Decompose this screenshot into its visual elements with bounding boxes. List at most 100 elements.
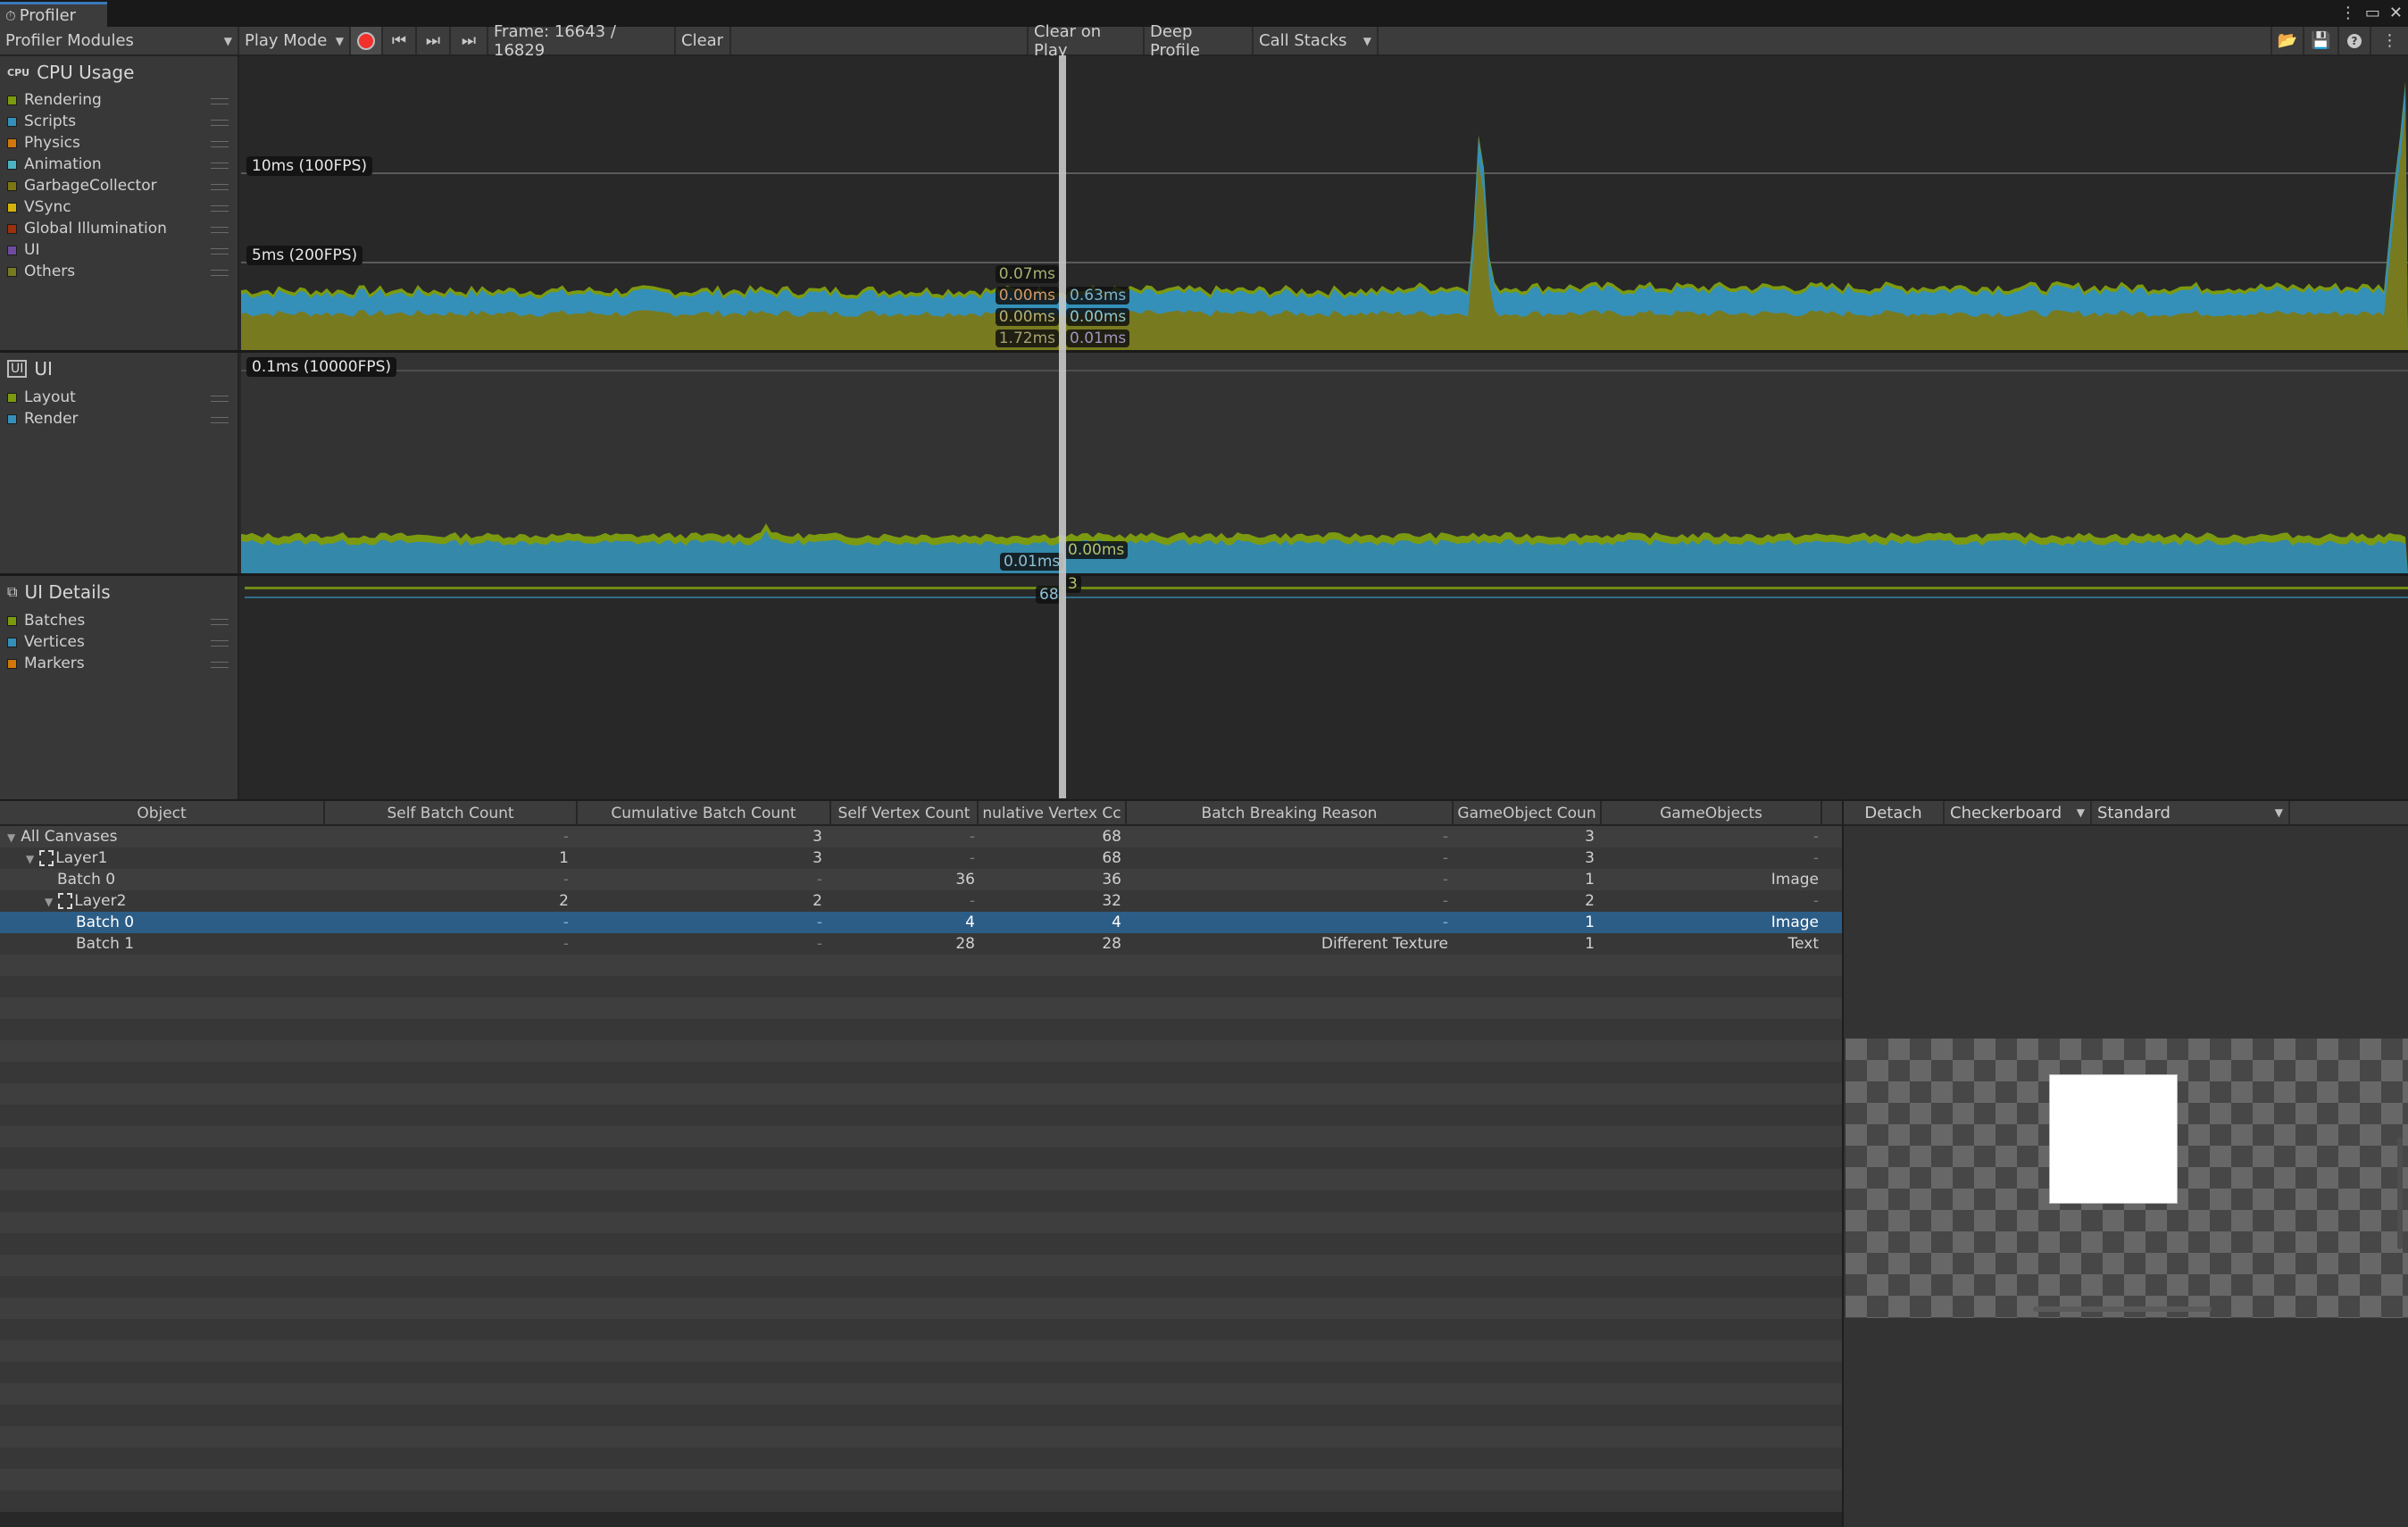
column-header-cumulative-batch-count[interactable]: Cumulative Batch Count bbox=[578, 801, 831, 826]
batch-preview-viewport[interactable] bbox=[1846, 1039, 2408, 1318]
column-header-gameobjects[interactable]: GameObjects bbox=[1602, 801, 1822, 826]
clear-on-play-toggle[interactable]: Clear on Play bbox=[1027, 22, 1145, 60]
ui-details-module-label: UI Details bbox=[24, 581, 111, 603]
close-icon[interactable]: ✕ bbox=[2389, 4, 2403, 22]
legend-item-garbagecollector[interactable]: GarbageCollector bbox=[7, 177, 232, 195]
clear-button[interactable]: Clear bbox=[676, 27, 731, 54]
cell-object: ▼ Layer2 bbox=[45, 890, 126, 912]
drag-handle-icon[interactable] bbox=[211, 619, 229, 625]
load-button[interactable]: 📂 bbox=[2271, 27, 2304, 54]
options-button[interactable]: ⋮ bbox=[2371, 27, 2408, 54]
play-mode-dropdown[interactable]: Play Mode ▼ bbox=[239, 27, 351, 54]
drag-handle-icon[interactable] bbox=[211, 640, 229, 647]
table-row-empty bbox=[0, 1362, 1842, 1383]
legend-item-physics[interactable]: Physics bbox=[7, 134, 232, 152]
table-row[interactable]: Batch 0 - - 4 4 - 1 Image bbox=[0, 912, 1842, 933]
drag-handle-icon[interactable] bbox=[211, 141, 229, 147]
cell-self-vertex: 28 bbox=[955, 935, 975, 953]
legend-item-scripts[interactable]: Scripts bbox=[7, 113, 232, 130]
legend-item-ui[interactable]: UI bbox=[7, 241, 232, 259]
ui-canvas-table-body[interactable]: ▼ All Canvases -3-68-3- ▼ Layer1 1 3-68-3- Batc… bbox=[0, 826, 1842, 1527]
legend-item-render[interactable]: Render bbox=[7, 410, 232, 428]
expand-toggle-icon[interactable]: ▼ bbox=[45, 891, 53, 913]
ui-module-panel[interactable]: UI UI Layout Render bbox=[0, 353, 239, 574]
canvas-icon bbox=[39, 850, 54, 866]
column-header-self-batch-count[interactable]: Self Batch Count bbox=[325, 801, 578, 826]
maximize-icon[interactable]: ▭ bbox=[2365, 4, 2380, 22]
legend-swatch bbox=[7, 392, 17, 403]
drag-handle-icon[interactable] bbox=[211, 205, 229, 212]
legend-swatch bbox=[7, 202, 17, 213]
cell-self-vertex: 4 bbox=[965, 914, 975, 931]
table-row[interactable]: ▼ All Canvases - 3 - 68 - 3 - bbox=[0, 826, 1842, 847]
drag-handle-icon[interactable] bbox=[211, 98, 229, 104]
column-header-cumulative-vertex-count[interactable]: nulative Vertex Cc bbox=[979, 801, 1127, 826]
ui-module-title: UI UI bbox=[7, 358, 53, 380]
cpu-cursor-value: 0.01ms bbox=[1066, 330, 1130, 347]
profiler-modules-dropdown[interactable]: Profiler Modules ▼ bbox=[0, 27, 239, 54]
previous-frame-button[interactable]: ⏮ bbox=[383, 27, 417, 54]
cpu-usage-chart[interactable]: 10ms (100FPS) 5ms (200FPS) 0.07ms 0.00ms 0… bbox=[241, 56, 2408, 351]
legend-item-others[interactable]: Others bbox=[7, 263, 232, 280]
legend-item-layout[interactable]: Layout bbox=[7, 388, 232, 406]
column-header-self-vertex-count[interactable]: Self Vertex Count bbox=[831, 801, 979, 826]
chevron-down-icon: ▼ bbox=[1362, 34, 1371, 47]
column-header-gameobject-count[interactable]: GameObject Coun bbox=[1454, 801, 1602, 826]
cell-gameobjects: Image bbox=[1771, 914, 1819, 931]
table-row[interactable]: Batch 1 - - 28 28 Different Texture 1 Text bbox=[0, 933, 1842, 955]
detach-button[interactable]: Detach bbox=[1844, 801, 1945, 824]
help-button[interactable]: ? bbox=[2339, 27, 2371, 54]
table-row[interactable]: ▼ Layer1 1 3 - 68 - 3 - bbox=[0, 847, 1842, 869]
drag-handle-icon[interactable] bbox=[211, 270, 229, 276]
ui-details-module-panel[interactable]: ⧉ UI Details Batches Vertices Markers bbox=[0, 576, 239, 799]
current-frame-button[interactable]: ⏭ bbox=[451, 27, 488, 54]
legend-label: Rendering bbox=[24, 91, 102, 109]
ui-details-module-title: ⧉ UI Details bbox=[7, 581, 111, 603]
drag-handle-icon[interactable] bbox=[211, 227, 229, 233]
ui-chart[interactable]: 0.1ms (10000FPS) 0.01ms 0.00ms bbox=[241, 353, 2408, 574]
profiler-tab[interactable]: ⏱ Profiler bbox=[0, 2, 107, 27]
cell-go-count: 3 bbox=[1585, 849, 1595, 867]
kebab-menu-icon[interactable]: ⋮ bbox=[2340, 4, 2356, 22]
legend-item-vertices[interactable]: Vertices bbox=[7, 633, 232, 651]
expand-toggle-icon[interactable]: ▼ bbox=[26, 848, 34, 870]
expand-toggle-icon[interactable]: ▼ bbox=[7, 827, 15, 848]
object-name: Layer2 bbox=[74, 892, 127, 910]
column-header-batch-breaking-reason[interactable]: Batch Breaking Reason bbox=[1127, 801, 1454, 826]
cpu-icon: CPU bbox=[7, 66, 30, 79]
column-header-object[interactable]: Object bbox=[0, 801, 325, 826]
ui-details-chart[interactable]: 68 3 bbox=[241, 576, 2408, 799]
cpu-module-panel[interactable]: CPU CPU Usage Rendering Scripts Physics Ani… bbox=[0, 56, 239, 351]
cell-cum-batch: 3 bbox=[812, 849, 822, 867]
save-button[interactable]: 💾 bbox=[2304, 27, 2339, 54]
drag-handle-icon[interactable] bbox=[211, 417, 229, 423]
legend-item-rendering[interactable]: Rendering bbox=[7, 91, 232, 109]
legend-item-animation[interactable]: Animation bbox=[7, 155, 232, 173]
save-icon: 💾 bbox=[2311, 31, 2331, 50]
frame-cursor-handle[interactable] bbox=[1059, 55, 1066, 798]
drag-handle-icon[interactable] bbox=[211, 120, 229, 126]
call-stacks-dropdown[interactable]: Call Stacks ▼ bbox=[1254, 27, 1379, 54]
deep-profile-toggle[interactable]: Deep Profile bbox=[1145, 22, 1254, 60]
next-frame-button[interactable]: ⏭ bbox=[417, 27, 451, 54]
table-row[interactable]: Batch 0 - - 36 36 - 1 Image bbox=[0, 869, 1842, 890]
legend-item-vsync[interactable]: VSync bbox=[7, 198, 232, 216]
object-name: Layer1 bbox=[55, 849, 108, 867]
legend-item-batches[interactable]: Batches bbox=[7, 612, 232, 630]
background-dropdown[interactable]: Checkerboard ▼ bbox=[1945, 801, 2092, 824]
scripts-series bbox=[241, 85, 2408, 351]
drag-handle-icon[interactable] bbox=[211, 396, 229, 402]
legend-item-markers[interactable]: Markers bbox=[7, 655, 232, 672]
drag-handle-icon[interactable] bbox=[211, 662, 229, 668]
record-button[interactable] bbox=[351, 27, 383, 54]
table-row-empty bbox=[0, 1298, 1842, 1319]
legend-label: Animation bbox=[24, 155, 102, 173]
preview-mode-dropdown[interactable]: Standard ▼ bbox=[2092, 801, 2290, 824]
legend-item-global-illumination[interactable]: Global Illumination bbox=[7, 220, 232, 238]
table-row[interactable]: ▼ Layer2 2 2 - 32 - 2 - bbox=[0, 890, 1842, 912]
drag-handle-icon[interactable] bbox=[211, 184, 229, 190]
drag-handle-icon[interactable] bbox=[211, 248, 229, 254]
drag-handle-icon[interactable] bbox=[211, 163, 229, 169]
preview-vertical-scrollbar[interactable] bbox=[2397, 1137, 2403, 1249]
preview-horizontal-scrollbar[interactable] bbox=[2033, 1306, 2212, 1312]
